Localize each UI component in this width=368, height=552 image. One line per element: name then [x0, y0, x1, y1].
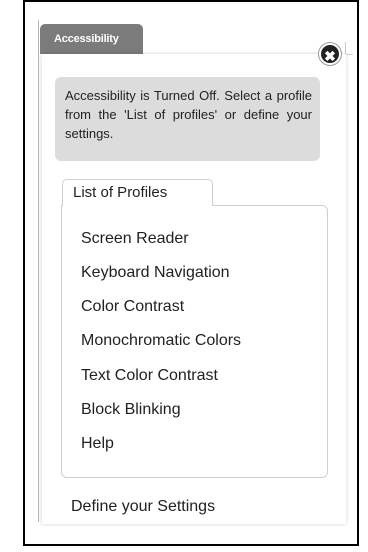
host-page-divider — [38, 20, 39, 522]
close-icon[interactable]: ✖ — [319, 43, 341, 65]
define-settings-link[interactable]: Define your Settings — [71, 498, 215, 516]
profile-item-screen-reader[interactable]: Screen Reader — [81, 230, 189, 248]
profile-item-help[interactable]: Help — [81, 435, 114, 453]
status-notice: Accessibility is Turned Off. Select a pr… — [55, 77, 320, 161]
profile-item-keyboard-navigation[interactable]: Keyboard Navigation — [81, 264, 230, 282]
screenshot-frame: Accessibility ✖ Accessibility is Turned … — [23, 0, 359, 546]
profile-item-color-contrast[interactable]: Color Contrast — [81, 298, 184, 316]
profile-item-monochromatic-colors[interactable]: Monochromatic Colors — [81, 332, 241, 350]
profile-item-text-color-contrast[interactable]: Text Color Contrast — [81, 367, 218, 385]
tab-list-of-profiles[interactable]: List of Profiles — [62, 179, 213, 206]
accessibility-tab[interactable]: Accessibility — [40, 24, 143, 54]
profile-item-block-blinking[interactable]: Block Blinking — [81, 401, 181, 419]
